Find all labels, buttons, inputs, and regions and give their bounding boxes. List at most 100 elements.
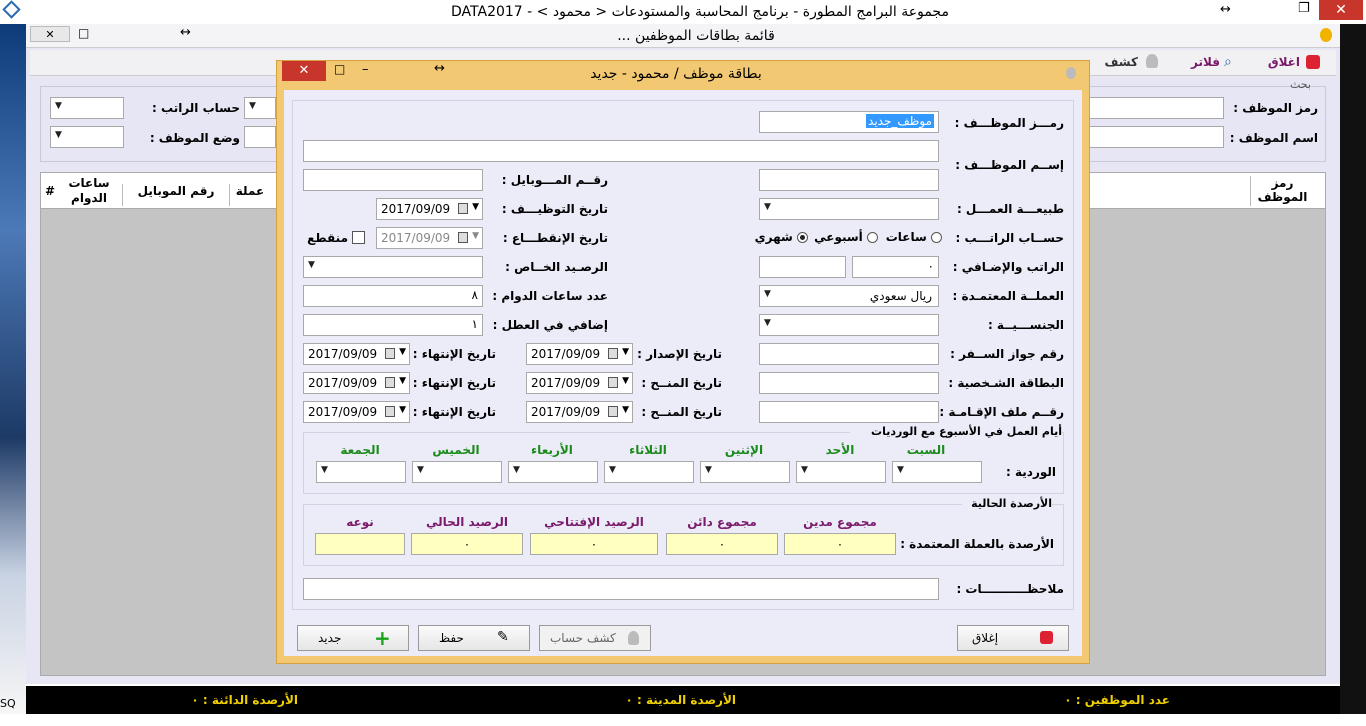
- radio-icon[interactable]: [867, 232, 878, 243]
- day-friday: الجمعة: [340, 443, 380, 457]
- special-balance-select[interactable]: ▼: [303, 256, 483, 278]
- interruption-date-picker[interactable]: 2017/09/09 ▼: [376, 227, 483, 249]
- residence-expiry-label: تاريخ الإنتهاء :: [412, 405, 496, 419]
- id-expiry-label: تاريخ الإنتهاء :: [412, 376, 496, 390]
- search-emp-code-input[interactable]: [1088, 97, 1224, 119]
- id-expiry-date[interactable]: 2017/09/09 ▼: [303, 372, 410, 394]
- search-icon[interactable]: ⌕: [1224, 54, 1232, 70]
- notes-input[interactable]: [303, 578, 939, 600]
- id-card-label: البطاقة الشـخصية :: [948, 376, 1064, 390]
- chevron-down-icon: ▼: [622, 405, 629, 415]
- chevron-down-icon: ▼: [399, 405, 406, 415]
- hire-date-picker[interactable]: 2017/09/09 ▼: [376, 198, 483, 220]
- statement-button[interactable]: كشف حساب: [539, 625, 651, 651]
- day-saturday: السبت: [906, 443, 946, 457]
- calendar-icon: [458, 232, 468, 243]
- search-partial-select-2[interactable]: [244, 126, 276, 148]
- child-close-icon[interactable]: ✕: [30, 26, 70, 42]
- search-partial-select-1[interactable]: ▼: [244, 97, 276, 119]
- salary-extra-label: الراتب والإضـافي :: [952, 260, 1064, 274]
- shift-select-sunday[interactable]: ▼: [796, 461, 886, 483]
- emp-name-input[interactable]: [303, 140, 939, 162]
- user-statement-icon: [628, 631, 639, 645]
- save-button[interactable]: ✎ حفظ: [418, 625, 530, 651]
- toolbar-statement-button[interactable]: كشف: [1094, 55, 1138, 69]
- toolbar-close-button[interactable]: اغلاق: [1256, 55, 1300, 69]
- salary-input[interactable]: ٠: [852, 256, 939, 278]
- passport-expiry-date[interactable]: 2017/09/09 ▼: [303, 343, 410, 365]
- work-hours-label: عدد ساعات الدوام :: [492, 289, 608, 303]
- salary-radio-weekly[interactable]: أسبوعي: [810, 230, 878, 244]
- balance-debit-value: ٠: [784, 533, 896, 555]
- passport-issue-date[interactable]: 2017/09/09 ▼: [526, 343, 633, 365]
- work-hours-input[interactable]: ٨: [303, 285, 483, 307]
- day-tuesday: الثلاثاء: [629, 443, 667, 457]
- save-button-label: حفظ: [439, 631, 464, 645]
- residence-expiry-date[interactable]: 2017/09/09 ▼: [303, 401, 410, 423]
- emp-code-input[interactable]: موظف_جديد: [759, 111, 939, 133]
- toolbar-close-icon[interactable]: [1306, 55, 1320, 69]
- hire-date-value: 2017/09/09: [381, 202, 451, 216]
- grid-header-mobile[interactable]: رقم الموبايل: [122, 184, 230, 206]
- interruption-date-value: 2017/09/09: [381, 231, 451, 245]
- radio-icon[interactable]: [931, 232, 942, 243]
- work-nature-aux-input[interactable]: [759, 169, 939, 191]
- user-icon: [1146, 54, 1158, 68]
- residence-grant-label: تاريخ المنــح :: [641, 405, 722, 419]
- shift-select-thursday[interactable]: ▼: [412, 461, 502, 483]
- work-nature-select[interactable]: ▼: [759, 198, 939, 220]
- grid-header-emp-code[interactable]: رمز الموظف: [1250, 176, 1314, 206]
- grid-header-work-hours[interactable]: ساعات الدوام: [60, 176, 118, 206]
- search-salary-calc-select[interactable]: ▼: [50, 97, 124, 119]
- restore-arrows-icon[interactable]: ↔: [1220, 2, 1231, 17]
- child-maximize-icon[interactable]: □: [78, 26, 89, 40]
- extra-input[interactable]: [759, 256, 846, 278]
- shift-select-wednesday[interactable]: ▼: [508, 461, 598, 483]
- holiday-extra-input[interactable]: ١: [303, 314, 483, 336]
- id-grant-date[interactable]: 2017/09/09 ▼: [526, 372, 633, 394]
- emp-code-value: موظف_جديد: [866, 114, 934, 128]
- nationality-select[interactable]: ▼: [759, 314, 939, 336]
- grid-header-currency[interactable]: عملة: [230, 184, 270, 198]
- shift-select-tuesday[interactable]: ▼: [604, 461, 694, 483]
- currency-select[interactable]: ▼ ريال سعودي: [759, 285, 939, 307]
- salary-radio-hours[interactable]: ساعات: [880, 230, 942, 244]
- dialog-close-icon[interactable]: ✕: [282, 61, 326, 81]
- mobile-label: رقــم المـــوبايل :: [501, 173, 608, 187]
- dialog-minimize-icon[interactable]: –: [362, 62, 369, 77]
- interrupted-checkbox[interactable]: [352, 231, 365, 244]
- close-button[interactable]: إغلاق: [957, 625, 1069, 651]
- grid-header-index[interactable]: #: [42, 184, 58, 198]
- left-desktop-strip: [0, 24, 26, 714]
- passport-expiry-value: 2017/09/09: [308, 347, 378, 361]
- interruption-date-label: تاريخ الإنقطـــاع :: [502, 231, 608, 245]
- residence-grant-date[interactable]: 2017/09/09 ▼: [526, 401, 633, 423]
- balance-type-value: [315, 533, 405, 555]
- toolbar-filters-button[interactable]: فلاتر: [1176, 55, 1220, 69]
- close-icon[interactable]: ✕: [1319, 0, 1363, 20]
- id-expiry-value: 2017/09/09: [308, 376, 378, 390]
- dialog-maximize-icon[interactable]: □: [334, 62, 345, 76]
- search-emp-name-input[interactable]: [1088, 126, 1224, 148]
- mobile-input[interactable]: [303, 169, 483, 191]
- maximize-icon[interactable]: ❐: [1298, 1, 1310, 16]
- search-emp-status-select[interactable]: ▼: [50, 126, 124, 148]
- shift-select-monday[interactable]: ▼: [700, 461, 790, 483]
- chevron-down-icon: ▼: [472, 202, 479, 212]
- residence-file-input[interactable]: [759, 401, 939, 423]
- new-button[interactable]: + جديد: [297, 625, 409, 651]
- search-emp-name-label: اسم الموظف :: [1229, 131, 1318, 145]
- radio-selected-icon[interactable]: [797, 232, 808, 243]
- salary-radio-monthly[interactable]: شهري: [748, 230, 808, 244]
- balance-header-type: نوعه: [346, 515, 374, 529]
- balance-header-opening: الرصيد الإفتتاحي: [544, 515, 644, 529]
- shift-select-friday[interactable]: ▼: [316, 461, 406, 483]
- calendar-icon: [385, 377, 395, 388]
- child-restore-icon[interactable]: ↔: [180, 25, 191, 40]
- calendar-icon: [608, 377, 618, 388]
- id-card-input[interactable]: [759, 372, 939, 394]
- balance-current-value: ٠: [411, 533, 523, 555]
- shift-select-saturday[interactable]: ▼: [892, 461, 982, 483]
- dialog-move-icon[interactable]: ↔: [434, 61, 445, 76]
- passport-input[interactable]: [759, 343, 939, 365]
